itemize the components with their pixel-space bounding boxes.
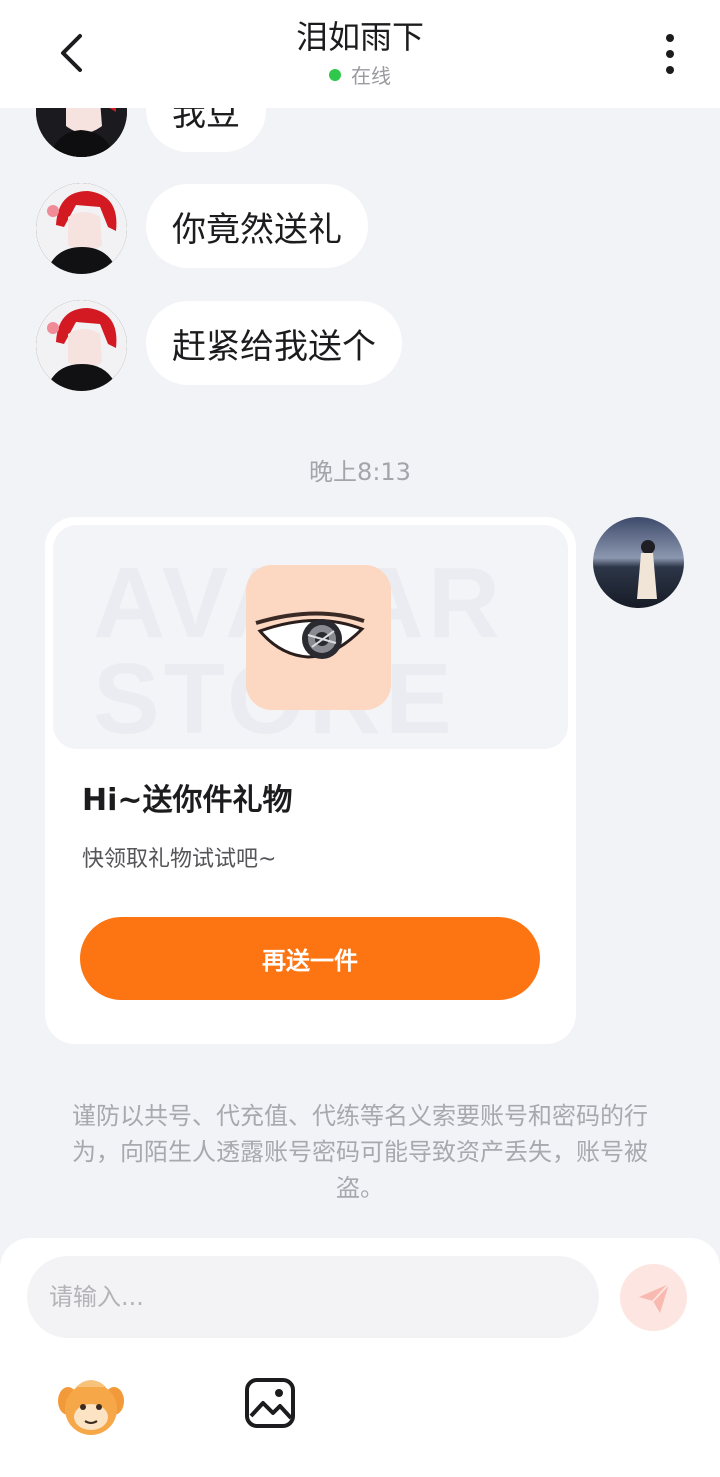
message-bubble: 赶紧给我送个 — [146, 301, 402, 385]
sticker-button[interactable] — [54, 1373, 128, 1439]
online-status-label: 在线 — [351, 64, 391, 88]
message-text: 赶紧给我送个 — [172, 326, 376, 367]
mascot-sticker-icon — [58, 1380, 124, 1435]
send-button[interactable] — [620, 1264, 687, 1331]
chat-title-block: 泪如雨下 在线 — [160, 16, 560, 89]
online-dot-icon — [329, 68, 341, 81]
message-composer — [0, 1238, 720, 1477]
gift-title: Hi~送你件礼物 — [82, 783, 293, 818]
gift-subtitle: 快领取礼物试试吧~ — [82, 847, 277, 872]
back-button[interactable] — [46, 22, 96, 84]
send-again-button[interactable]: 再送一件 — [80, 917, 540, 1000]
security-warning: 谨防以共号、代充值、代练等名义索要账号和密码的行为，向陌生人透露账号密码可能导致… — [72, 1102, 648, 1202]
image-button[interactable] — [243, 1376, 297, 1430]
more-vertical-icon — [666, 34, 674, 42]
message-bubble: 你竟然送礼 — [146, 184, 368, 268]
message-input[interactable] — [27, 1256, 599, 1338]
message-timestamp: 晚上8:13 — [309, 458, 411, 486]
chat-title: 泪如雨下 — [295, 18, 424, 56]
message-text: 你竟然送礼 — [172, 209, 342, 250]
send-icon — [638, 1282, 670, 1313]
more-options-button[interactable] — [650, 28, 690, 80]
online-status: 在线 — [160, 60, 560, 89]
partner-avatar[interactable] — [36, 300, 127, 391]
image-icon — [245, 1378, 295, 1428]
my-avatar[interactable] — [593, 517, 684, 608]
gift-banner: AVATAR STORE — [53, 525, 568, 749]
partner-avatar[interactable] — [36, 183, 127, 274]
gift-eye-icon — [246, 565, 391, 710]
chat-header: 泪如雨下 在线 — [0, 0, 720, 108]
gift-card[interactable]: AVATAR STORE Hi~送你件礼物 快领取礼物试试吧~ 再送一件 — [45, 517, 576, 1044]
back-icon — [61, 34, 82, 72]
